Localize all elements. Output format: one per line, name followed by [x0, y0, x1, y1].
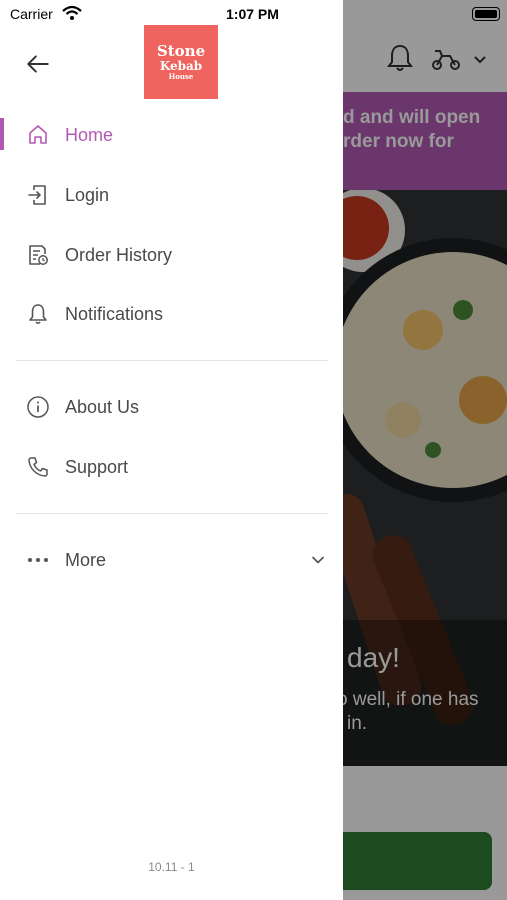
menu-divider — [16, 360, 328, 361]
arrow-left-icon — [27, 55, 49, 73]
login-icon — [25, 182, 51, 208]
menu-item-login[interactable]: Login — [0, 167, 343, 223]
menu-item-label: More — [65, 549, 107, 570]
chevron-down-icon[interactable] — [308, 550, 328, 570]
app-version: 10.11 - 1 — [148, 860, 195, 874]
menu-item-about-us[interactable]: About Us — [0, 379, 343, 435]
phone-icon — [25, 454, 51, 480]
carrier-label: Carrier — [10, 6, 53, 22]
menu-item-support[interactable]: Support — [0, 439, 343, 495]
logo-text-3: House — [168, 72, 194, 81]
logo-text-1: Stone — [156, 42, 206, 60]
bell-icon — [25, 301, 51, 327]
menu-item-label: Notifications — [65, 303, 164, 324]
logo-text-2: Kebab — [159, 59, 203, 73]
menu-item-label: About Us — [65, 396, 140, 417]
overlay-scrim[interactable] — [343, 0, 507, 900]
status-time: 1:07 PM — [226, 6, 279, 22]
wifi-icon — [62, 5, 82, 20]
home-icon — [25, 122, 51, 148]
menu-item-order-history[interactable]: Order History — [0, 227, 343, 283]
more-dots-icon — [25, 547, 51, 573]
order-history-icon — [25, 242, 51, 268]
back-button[interactable] — [22, 50, 54, 78]
menu-divider — [16, 513, 328, 514]
menu-item-home[interactable]: Home — [0, 107, 343, 163]
info-icon — [25, 394, 51, 420]
menu-item-more[interactable]: More — [0, 532, 343, 588]
side-drawer: Stone Kebab House Home Login Order Histo… — [0, 0, 343, 900]
battery-icon — [472, 7, 500, 21]
menu-item-label: Login — [65, 184, 110, 205]
menu-item-label: Home — [65, 124, 114, 145]
menu-item-label: Support — [65, 456, 129, 477]
menu-item-label: Order History — [65, 244, 173, 265]
status-bar: Carrier 1:07 PM — [0, 0, 507, 30]
restaurant-logo: Stone Kebab House — [144, 25, 218, 99]
menu-item-notifications[interactable]: Notifications — [0, 286, 343, 342]
